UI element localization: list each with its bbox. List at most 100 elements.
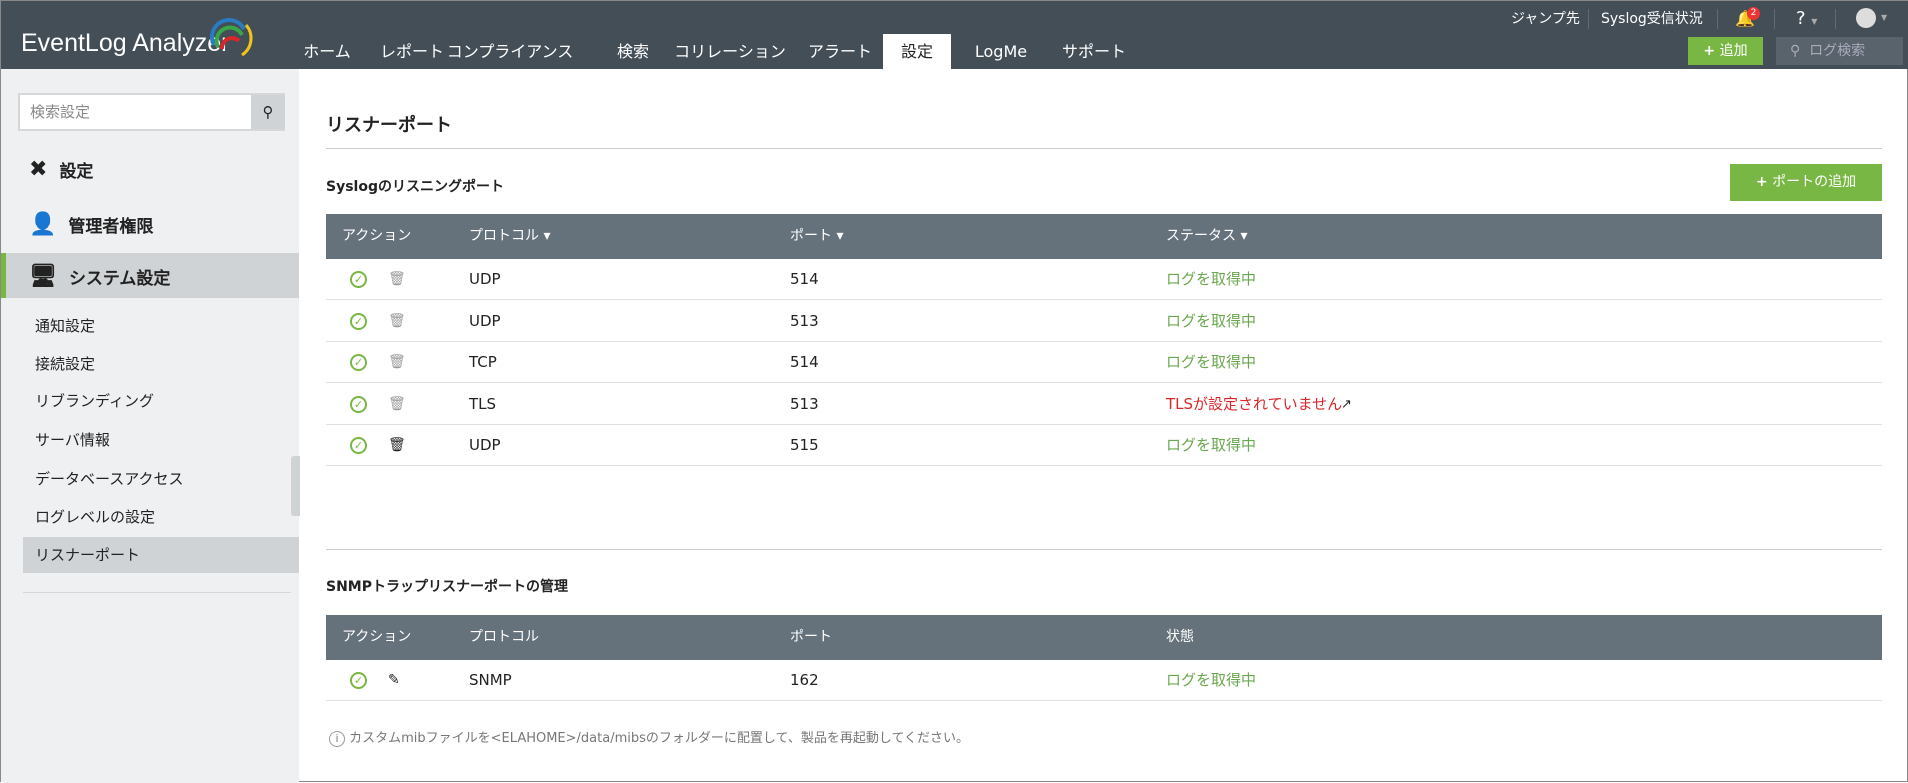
port-cell: 162 [790,671,819,689]
sub-database-access[interactable]: データベースアクセス [35,461,184,497]
help-icon[interactable]: ? ▼ [1796,6,1817,32]
info-icon: i [329,731,345,747]
protocol-cell: UDP [469,311,501,330]
trash-icon[interactable]: 🗑 [388,437,406,453]
col-port[interactable]: ポート ▾ [790,214,843,259]
divider [1717,9,1718,29]
menu-label: システム設定 [68,268,171,289]
table-row: ✓ 🗑 TCP 514 ログを取得中 [326,342,1882,383]
port-cell: 514 [790,353,819,371]
col-protocol: プロトコル [469,629,539,645]
sort-icon: ▾ [543,228,551,244]
logo-arcs-icon [210,18,253,57]
add-port-label: ポートの追加 [1772,174,1857,190]
menu-system-settings[interactable]: 🖥 システム設定 [29,256,170,296]
sub-notification[interactable]: 通知設定 [35,308,95,344]
syslog-heading: Syslogのリスニングポート [326,179,504,195]
note-text: カスタムmibファイルを<ELAHOME>/data/mibsのフォルダーに配置… [349,731,970,746]
table-row: ✓ 🗑 TLS 513 TLSが設定されていません ↗ [326,384,1882,425]
menu-label: 管理者権限 [68,216,154,237]
top-bar: EventLog Analyzer ホーム レポート コンプライアンス 検索 コ… [1,1,1908,69]
tab-alerts[interactable]: アラート [790,34,890,69]
table-row: ✓ 🗑 UDP 515 ログを取得中 [326,425,1882,466]
port-cell: 514 [790,270,819,288]
monitor-gear-icon: 🖥 [29,263,57,289]
menu-label: 設定 [59,161,94,182]
table-row: ✓ 🗑 UDP 514 ログを取得中 [326,259,1882,300]
status-cell: ログを取得中 [1166,270,1257,288]
divider [326,148,1882,149]
tab-home[interactable]: ホーム [285,34,369,69]
check-circle-icon[interactable]: ✓ [350,271,367,288]
notification-badge: 2 [1747,7,1760,20]
sub-log-level[interactable]: ログレベルの設定 [35,499,155,535]
status-cell: ログを取得中 [1166,353,1257,371]
tab-correlation[interactable]: コリレーション [656,34,804,69]
check-circle-icon[interactable]: ✓ [350,354,367,371]
add-port-button[interactable]: + ポートの追加 [1730,164,1882,201]
log-search-placeholder: ログ検索 [1809,43,1866,59]
snmp-heading: SNMPトラップリスナーポートの管理 [326,579,568,595]
col-label: ポート [790,228,832,244]
tab-compliance[interactable]: コンプライアンス [429,34,592,69]
sub-connection[interactable]: 接続設定 [35,346,95,382]
trash-icon[interactable]: 🗑 [388,354,406,370]
divider [326,549,1882,550]
table-row: ✓ 🗑 UDP 513 ログを取得中 [326,301,1882,342]
search-icon: ⚲ [1790,43,1801,59]
status-cell: ログを取得中 [1166,311,1257,330]
col-status[interactable]: ステータス ▾ [1166,214,1247,259]
status-cell: ログを取得中 [1166,671,1257,689]
tab-support[interactable]: サポート [1044,34,1144,69]
protocol-cell: UDP [469,270,501,288]
external-link-icon[interactable]: ↗ [1341,384,1352,425]
sort-icon: ▾ [836,228,844,244]
add-button[interactable]: + 追加 [1688,37,1763,65]
log-search-input[interactable]: ⚲ ログ検索 [1776,37,1903,65]
check-circle-icon[interactable]: ✓ [350,395,367,413]
tab-logme[interactable]: LogMe [957,34,1045,69]
col-action: アクション [342,629,412,645]
check-circle-icon[interactable]: ✓ [350,312,367,330]
syslog-status-link[interactable]: Syslog受信状況 [1601,6,1703,32]
divider [23,592,291,593]
menu-settings[interactable]: ✖ 設定 [29,149,93,189]
protocol-cell: SNMP [469,671,512,689]
sub-listener-port[interactable]: リスナーポート [35,537,140,573]
user-avatar-icon[interactable] [1856,8,1876,28]
add-label: 追加 [1719,43,1748,59]
col-state: 状態 [1166,629,1194,645]
snmp-row: ✓ ✎ SNMP 162 ログを取得中 [326,660,1882,701]
edit-pencil-icon[interactable]: ✎ [388,672,400,688]
port-cell: 513 [790,394,819,413]
sub-server-info[interactable]: サーバ情報 [35,422,110,458]
status-cell[interactable]: TLSが設定されていません [1166,384,1342,425]
port-cell: 513 [790,311,819,330]
sub-rebranding[interactable]: リブランディング [35,383,154,419]
jump-to-link[interactable]: ジャンプ先 [1511,6,1580,32]
app-logo: EventLog Analyzer [21,29,230,57]
collapse-handle[interactable] [291,456,300,516]
col-label: プロトコル [469,228,539,244]
check-circle-icon[interactable]: ✓ [350,672,367,689]
menu-admin-permissions[interactable]: 👤 管理者権限 [29,204,153,244]
trash-icon[interactable]: 🗑 [388,271,406,287]
info-note: i カスタムmibファイルを<ELAHOME>/data/mibsのフォルダーに… [329,727,969,747]
tab-settings[interactable]: 設定 [882,34,952,69]
col-port: ポート [790,629,832,645]
search-icon[interactable]: ⚲ [251,95,285,129]
port-cell: 515 [790,436,819,454]
help-label: ? [1796,8,1806,29]
trash-icon[interactable]: 🗑 [388,313,406,329]
col-protocol[interactable]: プロトコル ▾ [469,214,550,259]
user-gear-icon: 👤 [29,211,57,237]
divider [1835,9,1836,29]
divider [1588,9,1589,29]
sort-icon: ▾ [1240,228,1248,244]
settings-search-input[interactable]: 検索設定 [18,93,285,131]
snmp-table-header: アクション プロトコル ポート 状態 [326,615,1882,660]
syslog-table-header: アクション プロトコル ▾ ポート ▾ ステータス ▾ [326,214,1882,259]
trash-icon[interactable]: 🗑 [388,396,406,412]
check-circle-icon[interactable]: ✓ [350,437,367,454]
col-label: ステータス [1166,228,1236,244]
